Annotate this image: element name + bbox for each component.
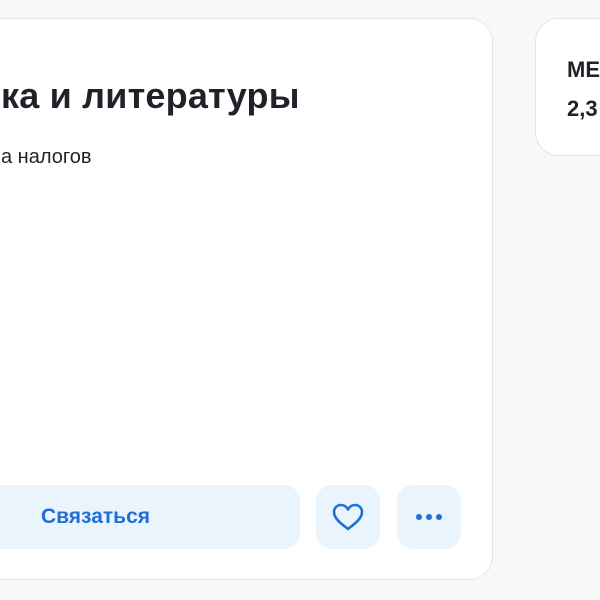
heart-icon: [331, 502, 365, 532]
next-vacancy-salary: 2,3: [567, 96, 598, 121]
vacancy-title[interactable]: ка и литературы: [1, 75, 300, 117]
more-dots-icon: [415, 513, 443, 521]
contact-button[interactable]: Связаться: [0, 485, 300, 549]
more-button[interactable]: [397, 485, 461, 549]
favorite-button[interactable]: [316, 485, 380, 549]
salary-note: а налогов: [1, 146, 92, 168]
next-vacancy-title: МЕ: [567, 57, 600, 82]
vacancy-card[interactable]: ка и литературы а налогов Связаться: [0, 18, 493, 580]
next-vacancy-card[interactable]: МЕ 2,3: [535, 18, 600, 156]
viewport: ка и литературы а налогов Связаться МЕ 2…: [0, 0, 600, 600]
